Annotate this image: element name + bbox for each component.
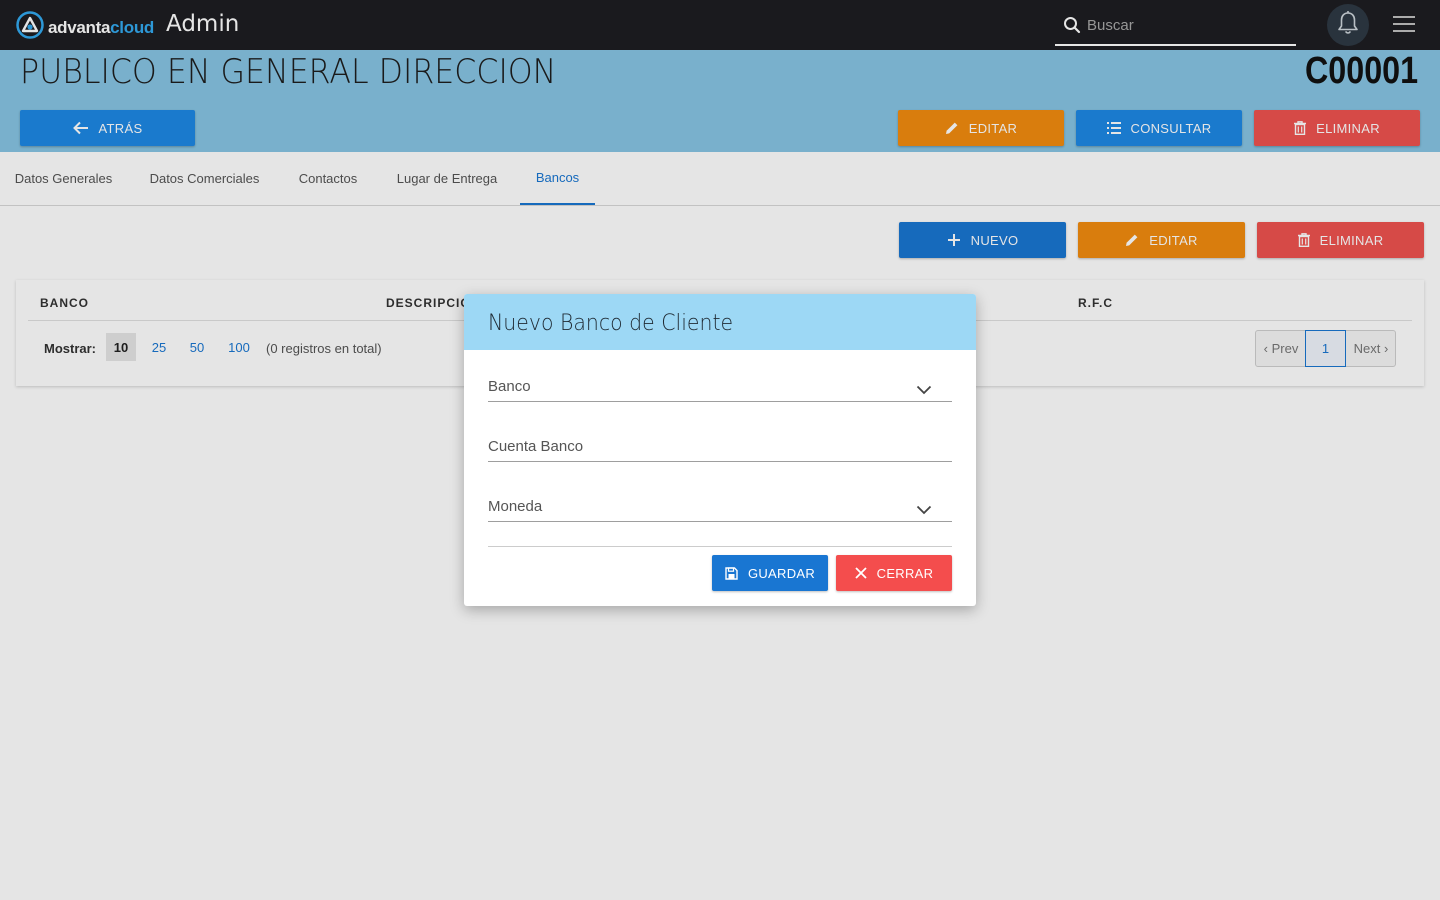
close-button-label: CERRAR bbox=[876, 565, 934, 581]
bank-select[interactable]: Banco bbox=[488, 372, 952, 402]
new-bank-modal: Nuevo Banco de Cliente Banco Cuenta Banc… bbox=[464, 294, 976, 606]
bank-account-field[interactable]: Cuenta Banco bbox=[488, 432, 952, 462]
chevron-down-icon bbox=[916, 382, 932, 400]
save-icon bbox=[725, 566, 738, 580]
modal-header: Nuevo Banco de Cliente bbox=[464, 294, 976, 350]
close-icon bbox=[855, 567, 867, 579]
bank-account-label: Cuenta Banco bbox=[488, 438, 584, 455]
bank-select-label: Banco bbox=[488, 378, 531, 395]
currency-select[interactable]: Moneda bbox=[488, 492, 952, 522]
modal-title: Nuevo Banco de Cliente bbox=[488, 311, 734, 336]
modal-divider bbox=[488, 546, 952, 547]
currency-select-label: Moneda bbox=[488, 498, 543, 515]
save-button[interactable]: GUARDAR bbox=[712, 555, 828, 591]
save-button-label: GUARDAR bbox=[747, 565, 816, 581]
chevron-down-icon bbox=[916, 502, 932, 520]
close-button[interactable]: CERRAR bbox=[836, 555, 952, 591]
